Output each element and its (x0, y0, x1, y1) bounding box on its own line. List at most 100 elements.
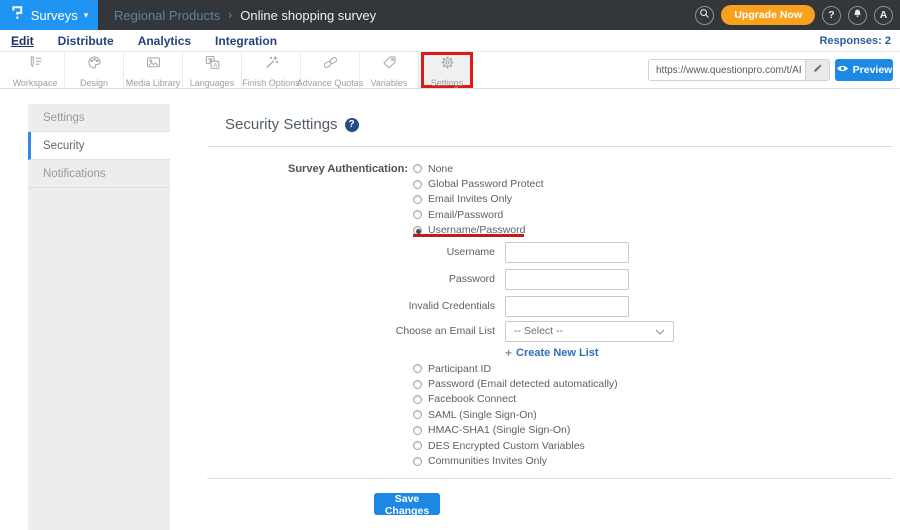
sidebar-item-security[interactable]: Security (28, 132, 170, 160)
password-label: Password (448, 273, 495, 285)
annotation-red-underline (413, 234, 524, 237)
radio-icon (413, 425, 422, 435)
divider-top (207, 146, 893, 147)
search-button[interactable] (695, 5, 715, 25)
svg-text:A: A (213, 63, 217, 69)
responses-count[interactable]: Responses: 2 (819, 35, 891, 47)
title-help-icon[interactable]: ? (344, 117, 359, 132)
username-label: Username (446, 246, 495, 258)
radio-icon (413, 456, 422, 466)
translate-icon: A (204, 54, 221, 76)
edit-url-button[interactable] (805, 60, 829, 80)
auth-options-bottom: Participant ID Password (Email detected … (413, 361, 618, 469)
email-list-select[interactable]: -- Select -- (505, 320, 674, 342)
plus-icon: + (505, 346, 513, 360)
chevron-down-icon: ▾ (83, 10, 89, 20)
magic-wand-icon (263, 54, 280, 76)
content-area: Settings Security Notifications Security… (0, 89, 900, 530)
radio-saml-sso[interactable]: SAML (Single Sign-On) (413, 407, 618, 422)
help-button[interactable]: ? (822, 5, 841, 25)
email-list-row: Choose an Email List -- Select -- (170, 320, 674, 342)
email-list-label: Choose an Email List (395, 325, 495, 337)
gear-icon (439, 54, 456, 76)
toolbar-variables[interactable]: Variables (360, 52, 419, 88)
radio-email-invites-only[interactable]: Email Invites Only (413, 192, 544, 207)
breadcrumb-separator-icon: › (228, 8, 233, 22)
divider-bottom (207, 478, 893, 479)
help-icon: ? (828, 9, 835, 21)
radio-hmac-sha1-sso[interactable]: HMAC-SHA1 (Single Sign-On) (413, 423, 618, 438)
security-settings-panel: Security Settings ? Survey Authenticatio… (170, 89, 900, 530)
radio-facebook-connect[interactable]: Facebook Connect (413, 392, 618, 407)
breadcrumb-folder[interactable]: Regional Products (114, 8, 220, 23)
surveys-menu[interactable]: Surveys ▾ (0, 0, 98, 30)
eye-icon (836, 64, 849, 76)
radio-icon (413, 210, 422, 220)
sidebar-item-notifications[interactable]: Notifications (28, 160, 170, 188)
tab-integration[interactable]: Integration (215, 34, 277, 48)
questionpro-logo-icon (10, 4, 25, 26)
username-input[interactable] (505, 241, 629, 263)
palette-icon (86, 54, 103, 76)
annotation-red-box: Settings (421, 52, 473, 88)
topbar-actions: Upgrade Now ? A (695, 0, 893, 30)
save-changes-button[interactable]: Save Changes (374, 493, 440, 517)
radio-icon (413, 441, 422, 451)
radio-icon (413, 194, 422, 204)
preview-button[interactable]: Preview (835, 59, 893, 81)
breadcrumb: Regional Products › Online shopping surv… (114, 8, 376, 23)
username-row: Username (170, 241, 629, 263)
radio-icon (413, 410, 422, 420)
search-icon (699, 8, 710, 22)
notifications-button[interactable] (848, 5, 867, 25)
module-nav: Edit Distribute Analytics Integration Re… (0, 30, 900, 52)
invalid-credentials-input[interactable] (505, 295, 629, 317)
toolbar-finish-options[interactable]: Finish Options (242, 52, 301, 88)
image-icon (145, 54, 162, 76)
avatar[interactable]: A (874, 5, 893, 25)
survey-authentication-label: Survey Authentication: (288, 163, 408, 175)
radio-icon (413, 364, 422, 374)
radio-icon (413, 179, 422, 189)
product-name: Surveys (30, 7, 78, 23)
tab-analytics[interactable]: Analytics (138, 34, 191, 48)
chain-links-icon (322, 54, 339, 76)
tab-distribute[interactable]: Distribute (58, 34, 114, 48)
password-input[interactable] (505, 268, 629, 290)
tab-edit[interactable]: Edit (11, 34, 34, 48)
breadcrumb-survey-title: Online shopping survey (240, 7, 377, 23)
radio-none[interactable]: None (413, 161, 544, 176)
avatar-initial: A (879, 9, 888, 21)
pencil-icon (812, 61, 823, 79)
radio-icon (413, 379, 422, 389)
settings-sidebar: Settings Security Notifications (28, 104, 170, 530)
tag-icon (381, 54, 398, 76)
radio-global-password-protect[interactable]: Global Password Protect (413, 176, 544, 191)
top-bar: Surveys ▾ Regional Products › Online sho… (0, 0, 900, 30)
upgrade-now-button[interactable]: Upgrade Now (721, 5, 815, 25)
invalid-credentials-row: Invalid Credentials (170, 295, 629, 317)
toolbar-design[interactable]: Design (65, 52, 124, 88)
chevron-down-icon (655, 322, 665, 340)
password-row: Password (170, 268, 629, 290)
radio-participant-id[interactable]: Participant ID (413, 361, 618, 376)
toolbar-advance-quotas[interactable]: Advance Quotas (297, 52, 363, 88)
page-title: Security Settings (225, 116, 338, 133)
survey-url-input[interactable] (649, 60, 805, 80)
toolbar-media-library[interactable]: Media Library (124, 52, 183, 88)
sidebar-item-settings[interactable]: Settings (28, 104, 170, 132)
survey-url-box (648, 59, 830, 81)
radio-icon (413, 164, 422, 174)
radio-password-email-detected[interactable]: Password (Email detected automatically) (413, 376, 618, 391)
bell-icon (852, 8, 863, 22)
radio-des-encrypted-custom-variables[interactable]: DES Encrypted Custom Variables (413, 438, 618, 453)
toolbar-settings[interactable]: Settings (424, 54, 470, 88)
radio-communities-invites-only[interactable]: Communities Invites Only (413, 453, 618, 468)
create-new-list-link[interactable]: + Create New List (505, 346, 599, 360)
toolbar-workspace[interactable]: Workspace (6, 52, 65, 88)
radio-icon (413, 394, 422, 404)
radio-email-password[interactable]: Email/Password (413, 207, 544, 222)
auth-options-top: None Global Password Protect Email Invit… (413, 161, 544, 238)
workspace-icon (27, 54, 44, 76)
toolbar-languages[interactable]: A Languages (183, 52, 242, 88)
